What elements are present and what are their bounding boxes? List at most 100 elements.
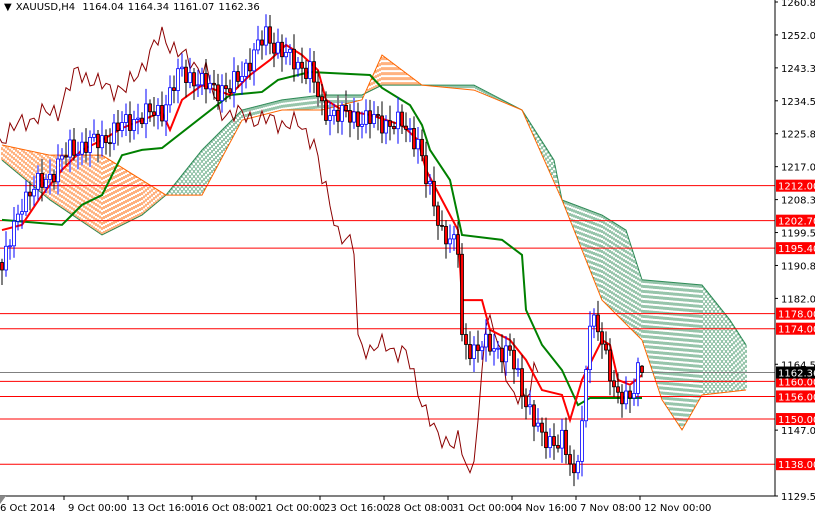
- candle: [492, 333, 496, 366]
- ohlc-high: 1164.34: [127, 2, 170, 13]
- candle-body: [76, 153, 80, 156]
- candle-body: [104, 135, 108, 144]
- candle-body: [500, 347, 504, 363]
- candle-body: [232, 71, 236, 93]
- candle: [580, 405, 584, 477]
- candle-body: [488, 333, 492, 352]
- level-label: 1195.40: [778, 244, 815, 255]
- candle: [80, 132, 84, 166]
- candle-body: [152, 111, 156, 116]
- candle-body: [136, 117, 140, 120]
- candle: [408, 118, 412, 143]
- candle-body: [72, 139, 76, 156]
- candle-body: [348, 110, 352, 123]
- candle: [52, 169, 56, 190]
- candle: [284, 37, 288, 65]
- level-label: 1156.00: [778, 392, 815, 403]
- candle: [164, 94, 168, 136]
- candle-body: [424, 155, 428, 185]
- candle: [112, 114, 116, 151]
- candle-body: [0, 262, 4, 271]
- candle: [304, 60, 308, 85]
- level-label: 1150.00: [778, 415, 815, 426]
- x-tick-label: 9 Oct 00:00: [68, 503, 127, 514]
- x-tick-label: 21 Oct 00:00: [260, 503, 325, 514]
- candle: [232, 57, 236, 108]
- candle-body: [272, 42, 276, 54]
- candle: [124, 103, 128, 136]
- candle-body: [212, 82, 216, 86]
- x-tick-label: 16 Oct 08:00: [196, 503, 261, 514]
- candle-body: [60, 155, 64, 160]
- candle-body: [512, 349, 516, 370]
- candle-body: [448, 238, 452, 245]
- candle: [364, 99, 368, 134]
- candle-body: [536, 422, 540, 427]
- candle-body: [520, 368, 524, 397]
- candle-body: [640, 365, 644, 373]
- candle-body: [32, 188, 36, 197]
- candle: [264, 14, 268, 56]
- candle-body: [588, 325, 592, 371]
- candle-body: [140, 117, 144, 125]
- candle: [160, 91, 164, 127]
- candle: [116, 109, 120, 146]
- candle: [532, 400, 536, 442]
- candle-body: [508, 345, 512, 351]
- candle-body: [572, 463, 576, 474]
- candle: [560, 418, 564, 463]
- candle-body: [496, 347, 500, 350]
- current-price-label: 1162.36: [778, 369, 815, 380]
- candle: [144, 88, 148, 139]
- candle: [220, 74, 224, 113]
- candle: [76, 141, 80, 170]
- candle-body: [44, 178, 48, 188]
- candle-body: [120, 122, 124, 131]
- candle: [628, 385, 632, 413]
- candle: [256, 25, 260, 55]
- candle: [396, 97, 400, 144]
- candle-body: [256, 39, 260, 51]
- ohlc-low: 1161.07: [173, 2, 215, 13]
- candle-body: [56, 158, 60, 183]
- y-tick-label: 1147.05: [781, 426, 815, 437]
- candle-body: [124, 114, 128, 123]
- candle: [452, 225, 456, 251]
- candle: [64, 142, 68, 166]
- candle-body: [12, 220, 16, 247]
- candle-body: [260, 39, 264, 46]
- collapse-arrow-icon[interactable]: ▼: [4, 2, 12, 13]
- candle: [356, 102, 360, 140]
- y-tick-label: 1199.55: [781, 229, 815, 240]
- candle-body: [504, 345, 508, 363]
- candle-body: [224, 85, 228, 90]
- candle: [48, 159, 52, 195]
- candle: [140, 112, 144, 129]
- candle: [120, 111, 124, 138]
- y-tick-label: 1234.55: [781, 97, 815, 108]
- candle: [592, 308, 596, 339]
- candle-body: [480, 346, 484, 352]
- candle-body: [548, 436, 552, 449]
- candle-body: [332, 109, 336, 117]
- price-chart[interactable]: 1260.80 1252.05 1243.30 1234.55 1225.80 1217.…: [0, 0, 815, 516]
- candle-body: [632, 393, 636, 399]
- candle-body: [616, 386, 620, 393]
- candle: [488, 329, 492, 356]
- candle: [468, 331, 472, 366]
- candle: [68, 129, 72, 173]
- candle-body: [624, 390, 628, 405]
- candle-body: [472, 344, 476, 359]
- candle-body: [396, 111, 400, 130]
- candle: [152, 96, 156, 127]
- axes: 1260.80 1252.05 1243.30 1234.55 1225.80 1217.…: [0, 0, 815, 514]
- candle-body: [244, 62, 248, 77]
- candle-body: [88, 137, 92, 153]
- y-tick-label: 1190.80: [781, 261, 815, 272]
- candle: [424, 141, 428, 198]
- candle-body: [156, 105, 160, 116]
- y-tick-label: 1217.05: [781, 163, 815, 174]
- candle-body: [628, 390, 632, 399]
- candle-body: [576, 460, 580, 474]
- candle-body: [236, 71, 240, 82]
